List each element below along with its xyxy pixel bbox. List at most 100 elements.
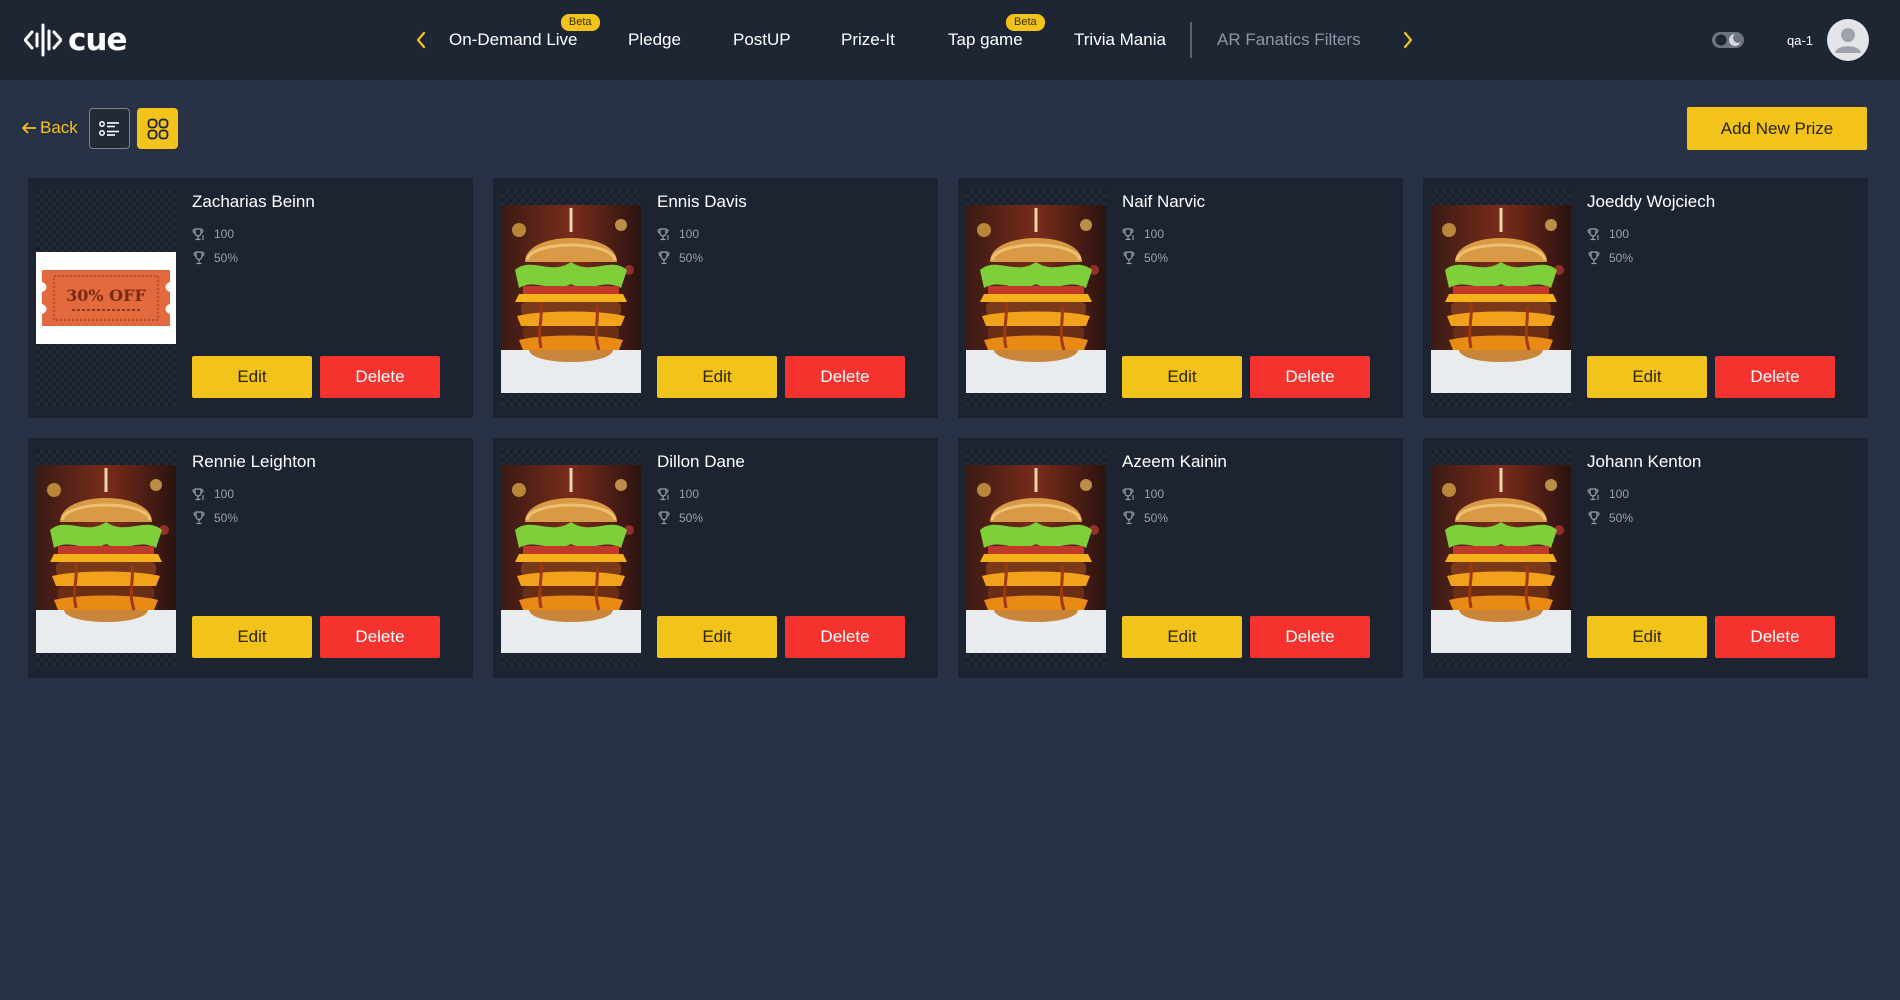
trophy-stack-icon (657, 488, 669, 501)
edit-button[interactable]: Edit (192, 356, 312, 398)
burger-photo (966, 465, 1106, 653)
prize-card: Joeddy Wojciech 100 50% Edit Delete (1423, 178, 1868, 418)
prize-image (1431, 190, 1571, 406)
delete-button[interactable]: Delete (320, 616, 440, 658)
nav-next-button[interactable] (1396, 28, 1420, 52)
delete-button[interactable]: Delete (320, 356, 440, 398)
nav-item-label: AR Fanatics Filters (1217, 30, 1361, 49)
prize-quantity-value: 100 (214, 227, 235, 241)
edit-button[interactable]: Edit (1122, 356, 1242, 398)
prize-quantity: 100 (192, 487, 234, 501)
prize-name: Azeem Kainin (1122, 452, 1227, 471)
prize-quantity-value: 100 (679, 487, 700, 501)
prize-quantity-value: 100 (1609, 227, 1630, 241)
user-name[interactable]: qa-1 (1787, 33, 1813, 48)
chevron-right-icon (1403, 31, 1413, 49)
arrow-left-icon (22, 122, 36, 134)
nav-item-ar-fanatics-filters[interactable]: AR Fanatics Filters (1217, 30, 1361, 50)
delete-button[interactable]: Delete (1715, 616, 1835, 658)
nav-divider (1190, 22, 1192, 58)
prize-percent-value: 50% (679, 511, 704, 525)
grid-view-button[interactable] (137, 108, 178, 149)
nav-item-label: Prize-It (841, 30, 895, 49)
coupon-image: 30% OFF (36, 252, 176, 344)
theme-toggle[interactable] (1711, 28, 1745, 52)
edit-button[interactable]: Edit (1587, 616, 1707, 658)
prize-card: Naif Narvic 100 50% Edit Delete (958, 178, 1403, 418)
prize-percent-value: 50% (1144, 511, 1169, 525)
delete-button[interactable]: Delete (785, 356, 905, 398)
edit-button[interactable]: Edit (1587, 356, 1707, 398)
edit-button[interactable]: Edit (1122, 616, 1242, 658)
burger-photo (501, 205, 641, 393)
burger-photo (36, 465, 176, 653)
prize-name: Naif Narvic (1122, 192, 1206, 211)
nav-item-on-demand-live[interactable]: On-Demand Live Beta (449, 14, 600, 50)
prize-quantity: 100 (1587, 487, 1629, 501)
trophy-icon (193, 511, 205, 525)
nav-item-pledge[interactable]: Pledge (628, 30, 681, 50)
prize-card: Rennie Leighton 100 50% Edit Delete (28, 438, 473, 678)
trophy-stack-icon (192, 488, 204, 501)
prize-percent-value: 50% (214, 511, 239, 525)
trophy-stack-icon (192, 228, 204, 241)
beta-badge: Beta (560, 14, 600, 31)
delete-button[interactable]: Delete (785, 616, 905, 658)
nav-item-label: Pledge (628, 30, 681, 49)
back-button[interactable]: Back (21, 118, 78, 138)
nav-prev-button[interactable] (409, 28, 433, 52)
user-avatar[interactable] (1827, 19, 1869, 61)
prize-image (501, 450, 641, 666)
prize-quantity-value: 100 (679, 227, 700, 241)
prize-quantity: 100 (1122, 487, 1164, 501)
prize-card: Azeem Kainin 100 50% Edit Delete (958, 438, 1403, 678)
prize-quantity-value: 100 (1144, 487, 1165, 501)
nav-item-tap-game[interactable]: Tap game Beta (948, 14, 1045, 50)
nav-item-prize-it[interactable]: Prize-It (841, 30, 895, 50)
prize-quantity: 100 (657, 487, 699, 501)
cue-logo[interactable]: cue (24, 20, 127, 60)
prize-card: Dillon Dane 100 50% Edit Delete (493, 438, 938, 678)
trophy-stack-icon (1122, 228, 1134, 241)
delete-button[interactable]: Delete (1250, 616, 1370, 658)
prize-image (501, 190, 641, 406)
prize-name: Dillon Dane (657, 452, 745, 471)
top-navigation-bar: cue On-Demand Live Beta Pledge PostUP Pr… (0, 0, 1900, 80)
nav-item-trivia-mania[interactable]: Trivia Mania (1074, 30, 1166, 50)
burger-photo (1431, 465, 1571, 653)
add-new-prize-button[interactable]: Add New Prize (1687, 107, 1867, 150)
trophy-icon (1123, 511, 1135, 525)
prize-percent: 50% (1587, 511, 1633, 525)
prize-name: Ennis Davis (657, 192, 747, 211)
logo-text: cue (68, 22, 127, 58)
nav-item-postup[interactable]: PostUP (733, 30, 791, 50)
trophy-icon (193, 251, 205, 265)
list-view-button[interactable] (89, 108, 130, 149)
prize-percent: 50% (1587, 251, 1633, 265)
delete-button[interactable]: Delete (1250, 356, 1370, 398)
burger-photo (1431, 205, 1571, 393)
prize-percent-value: 50% (679, 251, 704, 265)
back-label: Back (40, 118, 78, 137)
prize-percent-value: 50% (1144, 251, 1169, 265)
nav-item-label: PostUP (733, 30, 791, 49)
trophy-icon (1588, 251, 1600, 265)
trophy-stack-icon (1122, 488, 1134, 501)
trophy-stack-icon (1587, 228, 1599, 241)
edit-button[interactable]: Edit (192, 616, 312, 658)
prize-name: Rennie Leighton (192, 452, 316, 471)
chevron-left-icon (416, 31, 426, 49)
prize-quantity: 100 (1122, 227, 1164, 241)
trophy-icon (1588, 511, 1600, 525)
coupon-text: 30% OFF (66, 286, 146, 305)
prize-percent: 50% (192, 511, 238, 525)
user-icon (1835, 28, 1861, 53)
nav-item-label: On-Demand Live (449, 30, 578, 49)
list-view-icon (98, 120, 119, 136)
prize-percent-value: 50% (1609, 251, 1634, 265)
prize-percent-value: 50% (1609, 511, 1634, 525)
edit-button[interactable]: Edit (657, 356, 777, 398)
burger-photo (501, 465, 641, 653)
delete-button[interactable]: Delete (1715, 356, 1835, 398)
edit-button[interactable]: Edit (657, 616, 777, 658)
